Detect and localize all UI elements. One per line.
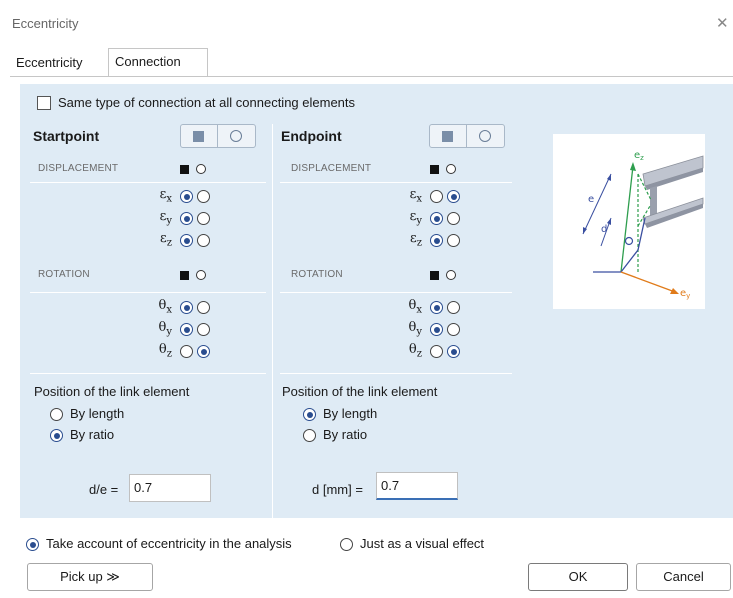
free-radio[interactable] [447,345,460,358]
tab-underline [10,76,733,77]
endpoint-position-heading: Position of the link element [282,384,438,399]
endpoint-by-length-label: By length [323,406,378,421]
free-radio[interactable] [447,301,460,314]
ok-button[interactable]: OK [528,563,628,591]
title-bar: Eccentricity ✕ [0,0,733,44]
pick-up-button[interactable]: Pick up ≫ [27,563,153,591]
visual-effect-radio[interactable] [340,538,353,551]
endpoint-by-ratio-radio[interactable] [303,429,316,442]
cancel-button[interactable]: Cancel [636,563,731,591]
dof-symbol: θz [408,342,422,360]
dof-symbol: θx [408,298,422,316]
eccentricity-diagram: ez ey e d [553,134,705,309]
fixed-radio[interactable] [430,301,443,314]
ez-label: ez [634,150,644,162]
dof-symbol: θy [408,320,422,338]
fixed-radio[interactable] [430,323,443,336]
visual-effect-label: Just as a visual effect [360,536,485,551]
close-icon[interactable]: ✕ [716,14,729,32]
account-eccentricity-radio[interactable] [26,538,39,551]
endpoint-input-label: d [mm] = [312,482,363,497]
tab-eccentricity[interactable]: Eccentricity [10,52,106,76]
d-dimension-label: d [601,224,607,235]
endpoint-by-ratio-label: By ratio [323,427,368,442]
free-radio[interactable] [447,323,460,336]
tab-connection[interactable]: Connection [108,48,208,77]
fixed-radio[interactable] [430,345,443,358]
ey-label: ey [680,288,690,300]
endpoint-by-length-radio[interactable] [303,408,316,421]
e-dimension-label: e [588,194,594,205]
endpoint-length-input[interactable]: 0.7 [376,472,458,500]
eccentricity-diagram-graphic: ez ey e d [582,150,704,300]
separator [280,373,512,374]
window-title: Eccentricity [12,16,79,31]
account-eccentricity-label: Take account of eccentricity in the anal… [46,536,292,551]
connection-panel: Same type of connection at all connectin… [20,84,733,518]
